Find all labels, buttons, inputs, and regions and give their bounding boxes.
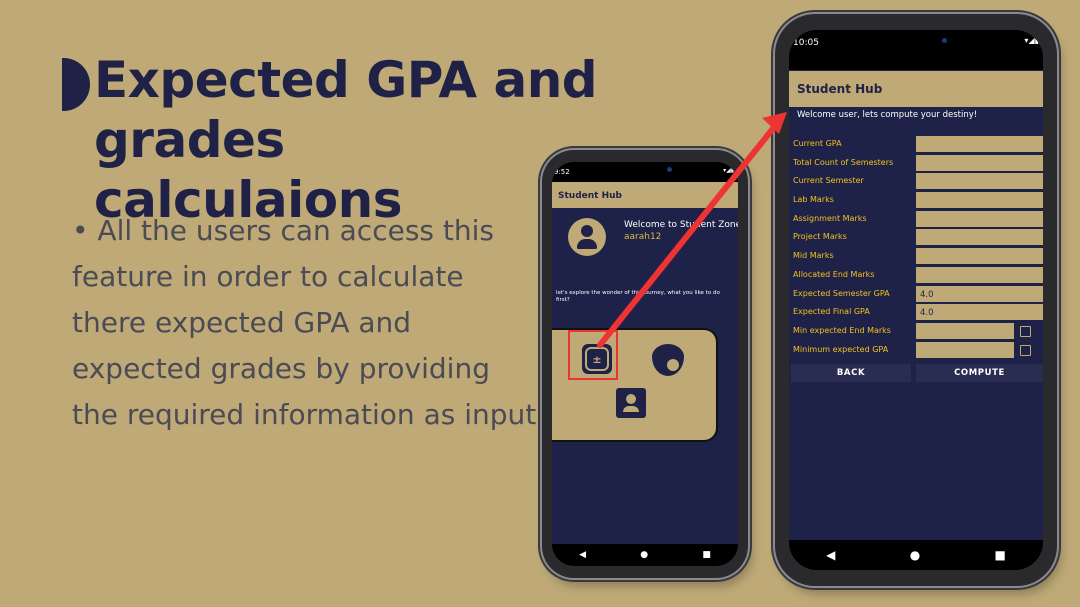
feature-card: ± bbox=[552, 328, 718, 442]
field-label: Assignment Marks bbox=[793, 214, 867, 223]
camera-icon bbox=[942, 38, 947, 43]
app-bar: Student Hub bbox=[789, 71, 1043, 107]
status-time: 9:52 bbox=[554, 168, 570, 176]
phone-right: 10:05 ▾◢▮ Student Hub Welcome user, lets… bbox=[775, 14, 1057, 586]
phone-left: 9:52 ▾◢▮ Student Hub Welcome to Student … bbox=[542, 150, 748, 578]
welcome-text: Welcome user, lets compute your destiny! bbox=[797, 110, 978, 120]
signal-icon: ▾◢▮ bbox=[723, 167, 734, 174]
camera-icon bbox=[667, 167, 672, 172]
app-title: Student Hub bbox=[797, 82, 883, 96]
form-row-current-gpa: Current GPA bbox=[789, 136, 1043, 153]
form-row-expected-final-gpa: Expected Final GPA 4.0 bbox=[789, 304, 1043, 321]
explore-text: let's explore the wonder of this journey… bbox=[556, 290, 720, 303]
avatar-head bbox=[581, 225, 593, 237]
app-title: Student Hub bbox=[558, 191, 622, 201]
form-row-assignment-marks: Assignment Marks bbox=[789, 211, 1043, 228]
phone-left-screen: 9:52 ▾◢▮ Student Hub Welcome to Student … bbox=[552, 162, 738, 566]
form-row-end-marks: Allocated End Marks bbox=[789, 267, 1043, 284]
slide: Expected GPA and grades calculaions • Al… bbox=[0, 0, 1080, 607]
min-gpa-checkbox[interactable] bbox=[1020, 345, 1031, 356]
field-label: Min expected End Marks bbox=[793, 326, 891, 335]
contact-icon[interactable] bbox=[616, 388, 646, 418]
nav-recent-icon[interactable]: ■ bbox=[995, 548, 1006, 562]
nav-home-icon[interactable]: ● bbox=[640, 550, 648, 560]
field-label: Minimum expected GPA bbox=[793, 345, 889, 354]
avatar-body bbox=[577, 239, 597, 249]
bullet-text: • All the users can access this feature … bbox=[72, 214, 537, 431]
assignment-marks-input[interactable] bbox=[916, 211, 1043, 227]
avatar bbox=[568, 218, 606, 256]
field-label: Total Count of Semesters bbox=[793, 158, 894, 167]
min-gpa-input[interactable] bbox=[916, 342, 1014, 358]
field-label: Expected Semester GPA bbox=[793, 289, 890, 298]
form-row-expected-semester-gpa: Expected Semester GPA 4.0 bbox=[789, 286, 1043, 303]
field-label: Lab Marks bbox=[793, 195, 834, 204]
compute-button[interactable]: COMPUTE bbox=[916, 364, 1043, 382]
form-row-semester-count: Total Count of Semesters bbox=[789, 155, 1043, 172]
back-button[interactable]: BACK bbox=[791, 364, 911, 382]
form-row-mid-marks: Mid Marks bbox=[789, 248, 1043, 265]
signal-icon: ▾◢▮ bbox=[1024, 36, 1039, 45]
field-label: Mid Marks bbox=[793, 251, 834, 260]
min-end-marks-checkbox[interactable] bbox=[1020, 326, 1031, 337]
form-row-current-semester: Current Semester bbox=[789, 173, 1043, 190]
welcome-text: Welcome to Student Zone ! bbox=[624, 220, 738, 230]
field-label: Current Semester bbox=[793, 176, 864, 185]
nav-bar: ◀ ● ■ bbox=[552, 544, 738, 566]
mid-marks-input[interactable] bbox=[916, 248, 1043, 264]
form-row-min-gpa: Minimum expected GPA bbox=[789, 342, 1043, 359]
min-end-marks-input[interactable] bbox=[916, 323, 1014, 339]
field-label: Project Marks bbox=[793, 232, 847, 241]
current-gpa-input[interactable] bbox=[916, 136, 1043, 152]
expected-semester-gpa-input[interactable]: 4.0 bbox=[916, 286, 1043, 302]
shield-user-icon[interactable] bbox=[652, 344, 684, 376]
end-marks-input[interactable] bbox=[916, 267, 1043, 283]
form-row-project-marks: Project Marks bbox=[789, 229, 1043, 246]
project-marks-input[interactable] bbox=[916, 229, 1043, 245]
status-time: 10:05 bbox=[793, 38, 819, 48]
expected-final-gpa-input[interactable]: 4.0 bbox=[916, 304, 1043, 320]
nav-bar: ◀ ● ■ bbox=[789, 540, 1043, 570]
lab-marks-input[interactable] bbox=[916, 192, 1043, 208]
semester-count-input[interactable] bbox=[916, 155, 1043, 171]
nav-back-icon[interactable]: ◀ bbox=[579, 550, 586, 560]
title-marker bbox=[62, 58, 90, 111]
nav-back-icon[interactable]: ◀ bbox=[826, 548, 835, 562]
calculator-icon[interactable]: ± bbox=[580, 342, 614, 376]
phone-right-screen: 10:05 ▾◢▮ Student Hub Welcome user, lets… bbox=[789, 30, 1043, 570]
field-label: Allocated End Marks bbox=[793, 270, 875, 279]
current-semester-input[interactable] bbox=[916, 173, 1043, 189]
app-bar: Student Hub bbox=[552, 182, 738, 208]
form-row-lab-marks: Lab Marks bbox=[789, 192, 1043, 209]
notch bbox=[861, 30, 971, 54]
username: aarah12 bbox=[624, 232, 662, 242]
field-label: Expected Final GPA bbox=[793, 307, 870, 316]
field-label: Current GPA bbox=[793, 139, 842, 148]
form-row-min-end-marks: Min expected End Marks bbox=[789, 323, 1043, 340]
nav-recent-icon[interactable]: ■ bbox=[702, 550, 711, 560]
nav-home-icon[interactable]: ● bbox=[910, 548, 920, 562]
